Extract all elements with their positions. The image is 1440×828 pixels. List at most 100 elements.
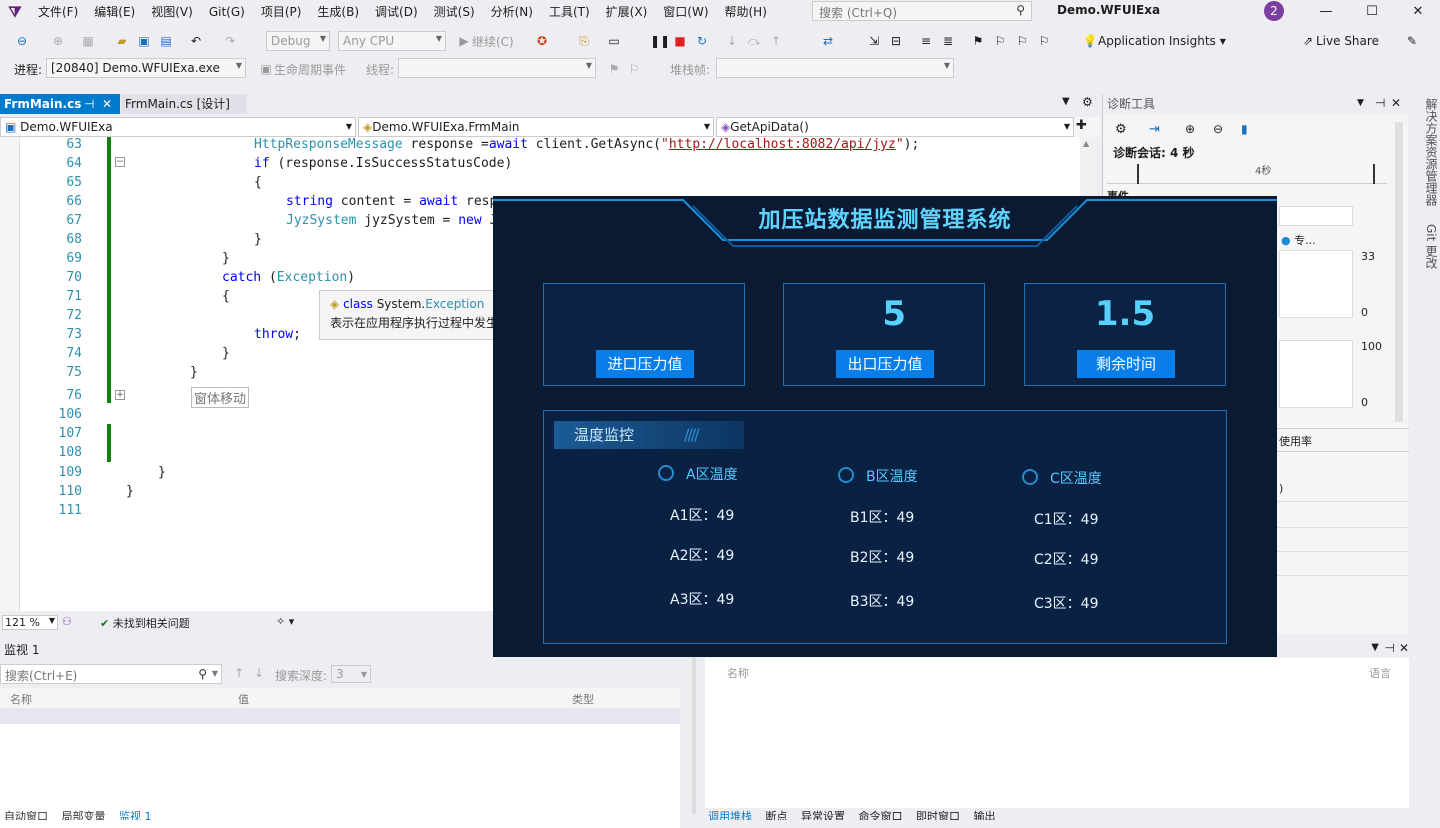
menu-edit[interactable]: 编辑(E)	[86, 0, 143, 24]
column-name[interactable]: 名称	[0, 688, 236, 708]
zoom-combo[interactable]: 121 % ▼	[2, 615, 58, 630]
watch-empty-row[interactable]	[0, 708, 680, 724]
diag-scrollbar[interactable]	[1395, 122, 1403, 422]
intellicode-icon[interactable]: ⚇	[62, 615, 72, 628]
pin-icon[interactable]: ⊣	[84, 94, 94, 114]
zone-a-label[interactable]: A区温度	[686, 464, 738, 484]
watch-search-input[interactable]: 搜索(Ctrl+E) ⚲ ▼	[0, 664, 222, 684]
search-up-icon[interactable]: ↑	[234, 666, 244, 680]
step-out-icon[interactable]: ↑	[768, 31, 784, 51]
continue-button[interactable]: ▶ 继续(C)	[456, 31, 513, 51]
browse-icon[interactable]: ⎘	[576, 31, 592, 51]
outlet-pressure-button[interactable]: 出口压力值	[836, 350, 934, 378]
tab-output[interactable]: 输出	[974, 810, 996, 820]
application-insights-button[interactable]: 💡 Application Insights ▼	[1082, 31, 1226, 51]
save-all-icon[interactable]: ▤	[158, 31, 174, 51]
events-track[interactable]	[1279, 206, 1353, 226]
indent-icon[interactable]: ≡	[918, 31, 934, 51]
menu-help[interactable]: 帮助(H)	[717, 0, 775, 24]
show-threads-icon[interactable]: ⚐	[626, 59, 642, 79]
menu-build[interactable]: 生成(B)	[309, 0, 367, 24]
tab-locals[interactable]: 局部变量	[62, 810, 106, 820]
undo-icon[interactable]: ↶	[188, 31, 204, 51]
tab-watch1[interactable]: 监视 1	[119, 810, 152, 820]
splitter[interactable]	[692, 644, 696, 814]
expand-icon[interactable]: +	[115, 390, 125, 400]
open-folder-icon[interactable]: ▰	[114, 31, 130, 51]
menu-analyze[interactable]: 分析(N)	[483, 0, 541, 24]
pin-icon[interactable]: ⊣	[1375, 96, 1385, 110]
search-box[interactable]: 搜索 (Ctrl+Q) ⚲	[812, 1, 1032, 21]
diagnostic-icon[interactable]: ⇄	[820, 31, 836, 51]
tab-frmmain-designer[interactable]: FrmMain.cs [设计]	[121, 94, 247, 114]
issues-indicator[interactable]: ✔ 未找到相关问题	[100, 615, 190, 631]
zone-c-label[interactable]: C区温度	[1050, 468, 1102, 488]
zone-b-label[interactable]: B区温度	[866, 466, 918, 486]
tab-exception-settings[interactable]: 异常设置	[801, 810, 845, 820]
config-combo[interactable]: Debug ▼	[266, 31, 330, 51]
close-panel-icon[interactable]: ✕	[1399, 641, 1409, 655]
process-combo[interactable]: [20840] Demo.WFUIExa.exe ▼	[46, 58, 246, 78]
call-stack-grid[interactable]: 名称 语言	[705, 658, 1409, 808]
menu-git[interactable]: Git(G)	[201, 0, 253, 24]
vs-logo-icon[interactable]: ⧩	[0, 0, 30, 24]
project-combo[interactable]: ▣ Demo.WFUIExa ▼	[0, 117, 356, 137]
menu-window[interactable]: 窗口(W)	[655, 0, 716, 24]
cleanup-icon[interactable]: ✧ ▾	[276, 615, 294, 628]
forward-icon[interactable]: ⊕	[50, 31, 66, 51]
menu-project[interactable]: 项目(P)	[253, 0, 310, 24]
pin-icon[interactable]: ⊣	[1385, 641, 1395, 655]
memory-chart[interactable]	[1279, 250, 1353, 318]
tab-git-changes[interactable]: Git 更改	[1424, 214, 1438, 279]
remaining-time-button[interactable]: 剩余时间	[1077, 350, 1175, 378]
class-combo[interactable]: ◈Demo.WFUIExa.FrmMain ▼	[358, 117, 714, 137]
feedback-icon[interactable]: ✎	[1404, 31, 1420, 51]
window-layout-icon[interactable]: ▭	[606, 31, 622, 51]
collapse-icon[interactable]: −	[115, 157, 125, 167]
menu-test[interactable]: 测试(S)	[426, 0, 483, 24]
thread-combo[interactable]: ▼	[398, 58, 596, 78]
new-item-icon[interactable]: ▦	[80, 31, 96, 51]
chevron-down-icon[interactable]: ▼	[1371, 642, 1379, 653]
settings-icon[interactable]: ⚙	[1115, 122, 1127, 137]
outdent-icon[interactable]: ≣	[940, 31, 956, 51]
column-type[interactable]: 类型	[570, 688, 680, 708]
restart-icon[interactable]: ↻	[694, 31, 710, 51]
chart-icon[interactable]: ▮	[1241, 122, 1248, 136]
menu-extensions[interactable]: 扩展(X)	[598, 0, 656, 24]
menu-view[interactable]: 视图(V)	[143, 0, 201, 24]
tab-call-stack[interactable]: 调用堆栈	[708, 810, 752, 820]
hot-reload-icon[interactable]: ✪	[534, 31, 550, 51]
scroll-up-icon[interactable]: ▲	[1083, 139, 1089, 148]
tab-command-window[interactable]: 命令窗口	[859, 810, 903, 820]
bookmark-nav-icon[interactable]: ⇲	[866, 31, 882, 51]
running-app-window[interactable]: 加压站数据监测管理系统 进口压力值 5 出口压力值 1.5 剩余时间 温度监控 …	[493, 196, 1277, 657]
collapsed-region[interactable]: 窗体移动	[191, 387, 250, 408]
tab-autos[interactable]: 自动窗口	[4, 810, 48, 820]
live-share-button[interactable]: ⇗ Live Share	[1300, 31, 1379, 51]
watch-grid[interactable]: 名称 值 类型	[0, 688, 680, 828]
depth-combo[interactable]: 3 ▼	[331, 665, 371, 683]
pause-icon[interactable]: ❚❚	[650, 31, 670, 51]
next-bookmark-icon[interactable]: ⚐	[1014, 31, 1030, 51]
maximize-icon[interactable]: ☐	[1349, 0, 1395, 24]
profiling-item[interactable]: ● 专...	[1281, 232, 1316, 248]
tab-frmmain-cs[interactable]: FrmMain.cs ⊣ ✕	[0, 94, 120, 114]
tab-solution-explorer[interactable]: 解决方案资源管理器	[1424, 94, 1438, 210]
stop-icon[interactable]: ■	[672, 31, 688, 51]
tab-list-dropdown-icon[interactable]: ▼	[1062, 96, 1070, 107]
menu-file[interactable]: 文件(F)	[30, 0, 86, 24]
menu-tools[interactable]: 工具(T)	[541, 0, 598, 24]
close-panel-icon[interactable]: ✕	[1391, 96, 1401, 110]
platform-combo[interactable]: Any CPU ▼	[338, 31, 446, 51]
prev-bookmark-icon[interactable]: ⚐	[992, 31, 1008, 51]
usage-label[interactable]: 使用率	[1279, 433, 1312, 449]
tab-settings-icon[interactable]: ⚙	[1082, 95, 1093, 109]
bookmark-icon[interactable]: ⚑	[970, 31, 986, 51]
account-avatar[interactable]: 2	[1264, 1, 1284, 21]
zone-c-radio[interactable]	[1022, 469, 1038, 485]
clear-bookmark-icon[interactable]: ⚐	[1036, 31, 1052, 51]
zone-a-radio[interactable]	[658, 465, 674, 481]
back-icon[interactable]: ⊖	[14, 31, 30, 51]
zone-b-radio[interactable]	[838, 467, 854, 483]
